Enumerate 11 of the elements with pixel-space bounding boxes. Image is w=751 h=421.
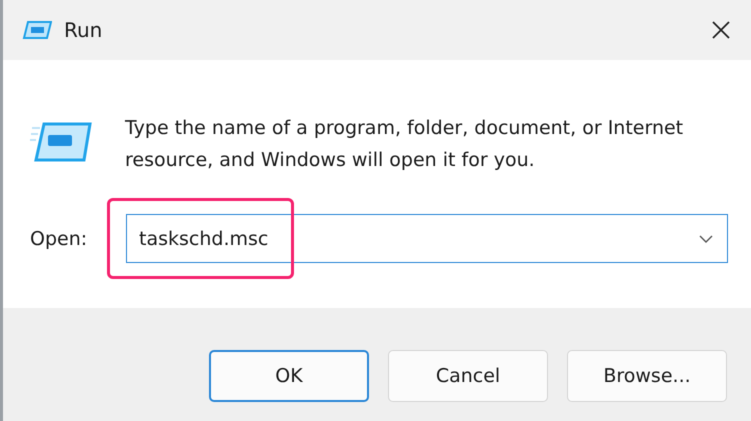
dialog-button[interactable]: Cancel — [388, 350, 548, 402]
dialog-button[interactable]: Browse... — [567, 350, 727, 402]
open-combo-field[interactable]: taskschd.msc — [126, 214, 728, 263]
window-title: Run — [64, 18, 102, 42]
dialog-button[interactable]: OK — [209, 350, 369, 402]
description-text: Type the name of a program, folder, document, or Internet resource, and Windows will open it for you. — [125, 116, 684, 173]
close-icon[interactable] — [711, 20, 731, 40]
open-label: Open: — [30, 228, 88, 250]
run-icon — [22, 21, 52, 39]
run-icon — [30, 122, 92, 162]
chevron-down-icon[interactable] — [699, 234, 713, 242]
